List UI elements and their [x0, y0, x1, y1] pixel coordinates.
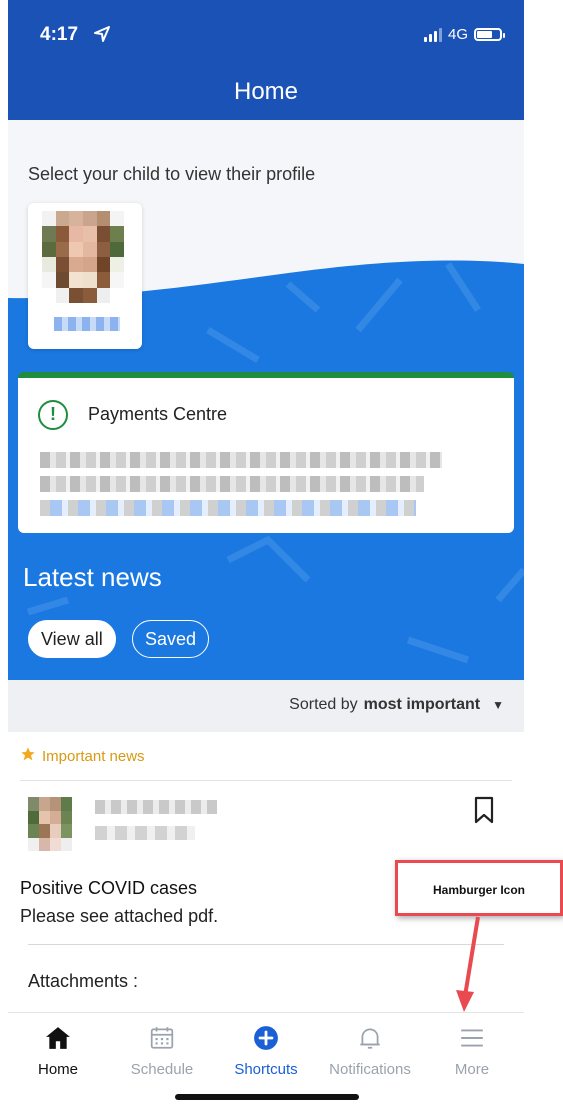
- divider: [28, 944, 504, 945]
- status-indicators: 4G: [423, 26, 505, 43]
- plus-circle-icon: [216, 1023, 316, 1053]
- post-body: Please see attached pdf.: [20, 906, 219, 926]
- important-news-text: Important news: [42, 747, 145, 765]
- network-label: 4G: [447, 26, 468, 43]
- select-child-prompt: Select your child to view their profile: [28, 164, 316, 184]
- sort-value: most important: [363, 696, 481, 713]
- tab-label: More: [454, 1061, 490, 1078]
- tab-more[interactable]: More: [422, 1023, 522, 1078]
- battery-icon: [474, 28, 505, 41]
- annotation-callout: Hamburger Icon: [395, 860, 563, 916]
- post-date-redacted: [95, 826, 195, 840]
- saved-filter[interactable]: Saved: [132, 620, 210, 658]
- bell-icon: [320, 1023, 420, 1053]
- view-all-filter[interactable]: View all: [28, 620, 116, 658]
- tab-shortcuts[interactable]: Shortcuts: [216, 1023, 316, 1078]
- attachments-label: Attachments :: [28, 971, 139, 991]
- payments-title: Payments Centre: [88, 404, 228, 424]
- author-avatar: [28, 797, 72, 851]
- tab-label: Shortcuts: [234, 1061, 298, 1078]
- home-indicator[interactable]: [175, 1094, 359, 1100]
- child-name-redacted: [54, 317, 120, 331]
- tab-home[interactable]: Home: [8, 1023, 108, 1078]
- app-screen: 4:17 4G Home Select your child to view t…: [8, 0, 524, 1115]
- tab-schedule[interactable]: Schedule: [112, 1023, 212, 1078]
- tab-label: Home: [37, 1061, 78, 1078]
- calendar-icon: [112, 1023, 212, 1053]
- sort-prefix: Sorted by: [289, 696, 358, 713]
- alert-circle-icon: !: [38, 400, 68, 430]
- author-name-redacted: [95, 800, 217, 814]
- bookmark-icon[interactable]: [472, 796, 498, 824]
- annotation-label: Hamburger Icon: [432, 883, 525, 897]
- important-news-label: Important news: [20, 746, 145, 766]
- tab-notifications[interactable]: Notifications: [320, 1023, 420, 1078]
- page-title: Home: [233, 78, 299, 105]
- sort-bar: Sorted by most important ▼: [8, 680, 524, 732]
- post-title: Positive COVID cases: [20, 878, 198, 898]
- latest-news-heading: Latest news: [23, 562, 162, 592]
- caret-down-icon: ▼: [492, 698, 504, 712]
- signal-icon: [423, 27, 442, 42]
- payments-text-redacted: [40, 476, 424, 492]
- tab-label: Notifications: [329, 1061, 411, 1078]
- house-icon: [8, 1023, 108, 1053]
- child-avatar: [42, 211, 124, 303]
- child-profile-card[interactable]: [28, 203, 142, 349]
- payments-centre-card[interactable]: ! Payments Centre: [18, 372, 514, 533]
- tab-label: Schedule: [130, 1061, 194, 1078]
- hamburger-icon: [422, 1023, 522, 1053]
- payments-link-redacted[interactable]: [40, 500, 416, 516]
- star-icon: [20, 746, 36, 766]
- top-bar: 4:17 4G Home: [8, 0, 524, 120]
- divider: [20, 780, 512, 781]
- location-arrow-icon: [94, 26, 110, 47]
- payments-text-redacted: [40, 452, 442, 468]
- sort-dropdown[interactable]: Sorted by most important ▼: [289, 696, 504, 714]
- status-time: 4:17: [40, 24, 79, 45]
